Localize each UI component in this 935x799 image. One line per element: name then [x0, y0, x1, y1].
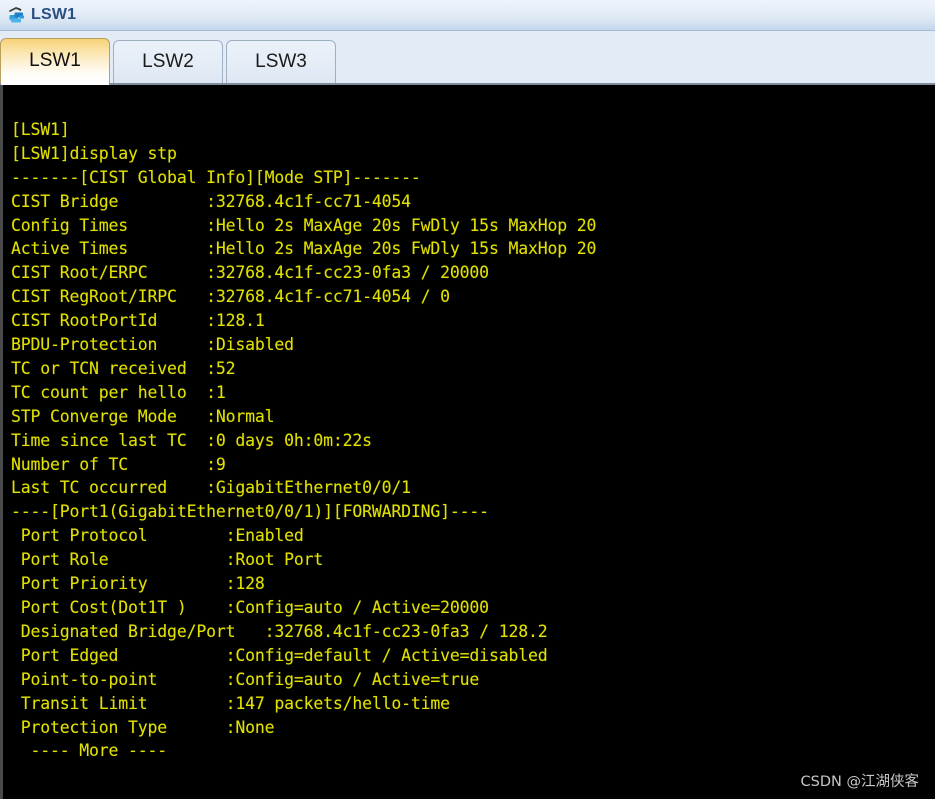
terminal-line: CIST RootPortId :128.1	[11, 311, 265, 331]
terminal-line: Number of TC :9	[11, 454, 226, 474]
terminal-line: BPDU-Protection :Disabled	[11, 335, 294, 355]
terminal-line: [LSW1]display stp	[11, 143, 177, 163]
tab-lsw3[interactable]: LSW3	[226, 40, 336, 83]
tab-lsw1-label: LSW1	[29, 50, 81, 71]
terminal-line: Port Protocol :Enabled	[11, 526, 304, 546]
terminal-output: [LSW1] [LSW1]display stp -------[CIST Glob…	[11, 94, 935, 763]
terminal-line: TC count per hello :1	[11, 382, 226, 402]
tab-lsw2[interactable]: LSW2	[113, 40, 223, 83]
terminal-line: Port Edged :Config=default / Active=disa…	[11, 645, 548, 665]
tab-lsw2-label: LSW2	[142, 51, 194, 72]
terminal-line: Active Times :Hello 2s MaxAge 20s FwDly …	[11, 239, 597, 259]
terminal-line: STP Converge Mode :Normal	[11, 406, 275, 426]
terminal-line: Port Priority :128	[11, 574, 265, 594]
terminal-line: CIST Bridge :32768.4c1f-cc71-4054	[11, 191, 411, 211]
device-tab-strip: LSW1 LSW2 LSW3	[0, 31, 935, 85]
terminal-line: Port Cost(Dot1T ) :Config=auto / Active=…	[11, 598, 489, 618]
terminal-line: Config Times :Hello 2s MaxAge 20s FwDly …	[11, 215, 597, 235]
ensp-console-window: LSW1 LSW1 LSW2 LSW3 [LSW1] [LSW1]display …	[0, 0, 935, 799]
terminal-line: TC or TCN received :52	[11, 358, 236, 378]
tab-lsw3-label: LSW3	[255, 51, 307, 72]
terminal-line: CIST Root/ERPC :32768.4c1f-cc23-0fa3 / 2…	[11, 263, 489, 283]
window-title: LSW1	[31, 5, 77, 23]
tab-lsw1[interactable]: LSW1	[0, 38, 110, 85]
cli-terminal[interactable]: [LSW1] [LSW1]display stp -------[CIST Glob…	[0, 85, 935, 799]
terminal-line: Port Role :Root Port	[11, 550, 324, 570]
terminal-line: Transit Limit :147 packets/hello-time	[11, 693, 450, 713]
watermark-label: CSDN @江湖侠客	[800, 774, 919, 790]
terminal-line: [LSW1]	[11, 119, 70, 139]
terminal-line: -------[CIST Global Info][Mode STP]-----…	[11, 167, 421, 187]
terminal-line: Time since last TC :0 days 0h:0m:22s	[11, 430, 372, 450]
terminal-line: Point-to-point :Config=auto / Active=tru…	[11, 669, 480, 689]
terminal-line: ----[Port1(GigabitEthernet0/0/1)][FORWAR…	[11, 502, 489, 522]
window-titlebar: LSW1	[0, 0, 935, 31]
network-switch-icon	[7, 5, 27, 25]
terminal-line: Designated Bridge/Port :32768.4c1f-cc23-…	[11, 621, 548, 641]
terminal-line: Last TC occurred :GigabitEthernet0/0/1	[11, 478, 411, 498]
terminal-line: Protection Type :None	[11, 717, 275, 737]
terminal-line: ---- More ----	[11, 741, 168, 761]
terminal-line: CIST RegRoot/IRPC :32768.4c1f-cc71-4054 …	[11, 287, 450, 307]
